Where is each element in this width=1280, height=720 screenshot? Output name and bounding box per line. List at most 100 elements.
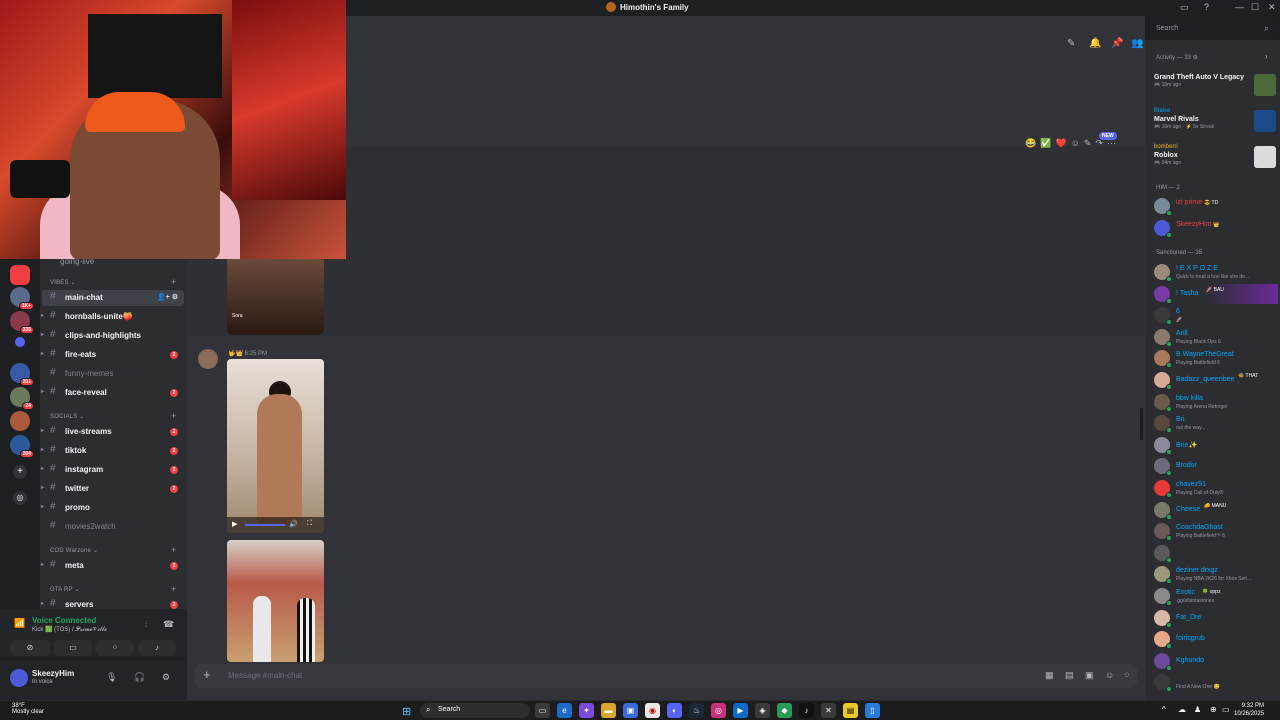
camera-button[interactable]: ⊘	[10, 640, 50, 656]
chevron-right-icon[interactable]: ›	[1265, 52, 1268, 61]
voice-channel[interactable]: Kick 🟩 (TOS) / 𝓟𝓻𝓲𝓶𝓮𝓥𝓲𝓵𝓵𝓮	[32, 626, 107, 634]
server-icon[interactable]	[10, 265, 30, 285]
threads-icon[interactable]: ✎	[1067, 38, 1075, 49]
play-icon[interactable]: ▶	[232, 521, 237, 528]
server-icon[interactable]: 335	[10, 311, 34, 334]
member-list-icon[interactable]: 👥	[1131, 38, 1143, 49]
member-item[interactable]: ! E X P O Z E Quick to treat a hoe like s…	[1154, 262, 1278, 282]
emoji-icon[interactable]: ☺	[1105, 670, 1114, 680]
reaction-check-icon[interactable]: ✅	[1040, 138, 1051, 149]
channel-going-live[interactable]: going-live	[60, 259, 94, 266]
activity-card[interactable]: Blaise Marvel Rivals 🎮 16m ago · ⚡ 5x St…	[1154, 108, 1278, 138]
folder-icon[interactable]	[15, 337, 25, 347]
channel-settings-icon[interactable]: 👤+ ⚙	[157, 293, 178, 301]
member-item[interactable]: deziner drxgz Playing NBA 2K26 for Xbox S…	[1154, 564, 1278, 585]
channel-face-reveal[interactable]: ▸ # face-reveal 2	[41, 385, 184, 401]
server-icon[interactable]: 201	[10, 363, 34, 386]
help-icon[interactable]: ?	[1204, 2, 1209, 12]
tray-icon[interactable]: ☁	[1178, 705, 1186, 714]
video-progress[interactable]	[245, 524, 285, 526]
settings-gear-icon[interactable]: ⚙	[162, 672, 170, 683]
signal-icon[interactable]: 📶	[14, 618, 25, 629]
maximize-button[interactable]: ☐	[1251, 2, 1259, 13]
discord-icon[interactable]: ◐	[667, 703, 682, 718]
category-socials[interactable]: SOCIALS ⌄ +	[50, 411, 176, 421]
apps-icon[interactable]: ⁘	[1123, 670, 1131, 681]
taskbar-search[interactable]: ⌕ Search	[420, 703, 530, 718]
file-explorer-icon[interactable]: ▬	[601, 703, 616, 718]
reaction-laugh-icon[interactable]: 😂	[1025, 138, 1036, 149]
member-item[interactable]: Bri. out the way...	[1154, 413, 1278, 434]
app-icon[interactable]: ◈	[755, 703, 770, 718]
member-item[interactable]: B WayneTheGreat Playing Battlefield 6	[1154, 348, 1278, 369]
member-item[interactable]: foirisgrub	[1154, 629, 1278, 650]
app-icon[interactable]: ▯	[865, 703, 880, 718]
notification-bell-icon[interactable]: 🔔	[1089, 38, 1101, 49]
tray-chevron-icon[interactable]: ^	[1162, 705, 1166, 714]
tray-icon[interactable]: ♟	[1194, 705, 1201, 714]
member-item[interactable]: Exotic 🍀 oppz .gg/atlantastories	[1154, 586, 1278, 606]
server-icon[interactable]: 204	[10, 435, 34, 458]
tiktok-icon[interactable]: ♪	[799, 703, 814, 718]
member-item[interactable]: Cheese 🧀 MANU	[1154, 500, 1278, 520]
member-item[interactable]: izi prime 😎 TD	[1154, 196, 1278, 216]
sticker-icon[interactable]: ▣	[1085, 670, 1094, 681]
explore-icon[interactable]: ◎	[13, 491, 27, 505]
microphone-icon[interactable]: 🎙	[106, 672, 117, 683]
store-icon[interactable]: ▣	[623, 703, 638, 718]
message-composer[interactable]: + Message #main-chat ▦ ▤ ▣ ☺ ⁘	[195, 664, 1137, 688]
weather-widget[interactable]: 38°F Mostly clear	[12, 703, 44, 715]
add-channel-icon[interactable]: +	[171, 277, 176, 287]
inbox-icon[interactable]: ▭	[1180, 2, 1189, 13]
media-attachment[interactable]: Sora	[227, 259, 324, 335]
member-item[interactable]: bbw killa Playing Arena Reforger	[1154, 392, 1278, 412]
volume-icon[interactable]: 🔊	[289, 520, 298, 528]
avatar[interactable]	[198, 349, 218, 369]
category-gta-rp[interactable]: GTA RP ⌄ +	[50, 584, 176, 594]
channel-main-chat[interactable]: # main-chat 👤+ ⚙	[42, 290, 184, 306]
member-item[interactable]: CoachdaGhost Playing Battlefield™ 6	[1154, 521, 1278, 542]
member-item[interactable]: Brodor	[1154, 456, 1278, 477]
member-item[interactable]: Badazz_queenbee 🐝 THAT	[1154, 370, 1278, 390]
add-channel-icon[interactable]: +	[171, 584, 176, 594]
add-channel-icon[interactable]: +	[171, 411, 176, 421]
instagram-icon[interactable]: ◎	[711, 703, 726, 718]
category-vibes[interactable]: VIBES ⌄ +	[50, 277, 176, 287]
scrollbar[interactable]	[1140, 408, 1143, 440]
soundboard-button[interactable]: ♪	[138, 640, 176, 656]
add-reaction-icon[interactable]: ☺	[1071, 138, 1080, 149]
video-attachment[interactable]	[227, 540, 324, 662]
gift-icon[interactable]: ▦	[1045, 670, 1054, 681]
edit-icon[interactable]: ✎	[1084, 138, 1092, 149]
member-item[interactable]: Arill Playing Black Ops 6	[1154, 327, 1278, 347]
channel-clips-and-highlights[interactable]: ▸ # clips-and-highlights	[41, 328, 184, 344]
reaction-heart-icon[interactable]: ❤️	[1055, 138, 1066, 149]
channel-fire-eats[interactable]: ▸ # fire-eats 2	[41, 347, 184, 363]
server-icon[interactable]	[10, 411, 30, 431]
copilot-icon[interactable]: ✦	[579, 703, 594, 718]
add-channel-icon[interactable]: +	[171, 545, 176, 555]
noise-suppression-icon[interactable]: ⫶	[145, 619, 147, 630]
member-item[interactable]: Find A New One 😊	[1154, 672, 1278, 693]
username[interactable]: SkeezyHim	[32, 669, 74, 678]
search-input[interactable]: Search ⌕	[1150, 21, 1274, 36]
member-item[interactable]: SkeezyHim 👑	[1154, 218, 1278, 238]
member-item[interactable]: 6 🚀	[1154, 305, 1278, 326]
member-item[interactable]: Brie✨	[1154, 435, 1278, 455]
app-icon[interactable]: ◆	[777, 703, 792, 718]
activities-button[interactable]: ⁘	[96, 640, 134, 656]
voice-status[interactable]: Voice Connected	[32, 616, 96, 625]
channel-movies2watch[interactable]: # movies2watch	[42, 519, 184, 535]
close-button[interactable]: ✕	[1268, 2, 1276, 13]
activity-card[interactable]: bomberri Roblox 🎮 34m ago	[1154, 144, 1278, 174]
pin-icon[interactable]: 📌	[1111, 38, 1123, 49]
attach-plus-icon[interactable]: +	[203, 667, 211, 682]
task-view-icon[interactable]: ▭	[535, 703, 550, 718]
windows-start-icon[interactable]: ⊞	[402, 705, 411, 718]
minimize-button[interactable]: —	[1235, 2, 1244, 12]
channel-meta[interactable]: ▸ # meta 2	[41, 558, 184, 574]
member-item[interactable]: ! Tasha 🚀 BAU	[1154, 283, 1278, 304]
clock[interactable]: 9:32 PM 10/26/2025	[1234, 702, 1264, 718]
channel-funny-memes[interactable]: # funny-memes	[42, 366, 184, 382]
sticky-notes-icon[interactable]: ▤	[843, 703, 858, 718]
